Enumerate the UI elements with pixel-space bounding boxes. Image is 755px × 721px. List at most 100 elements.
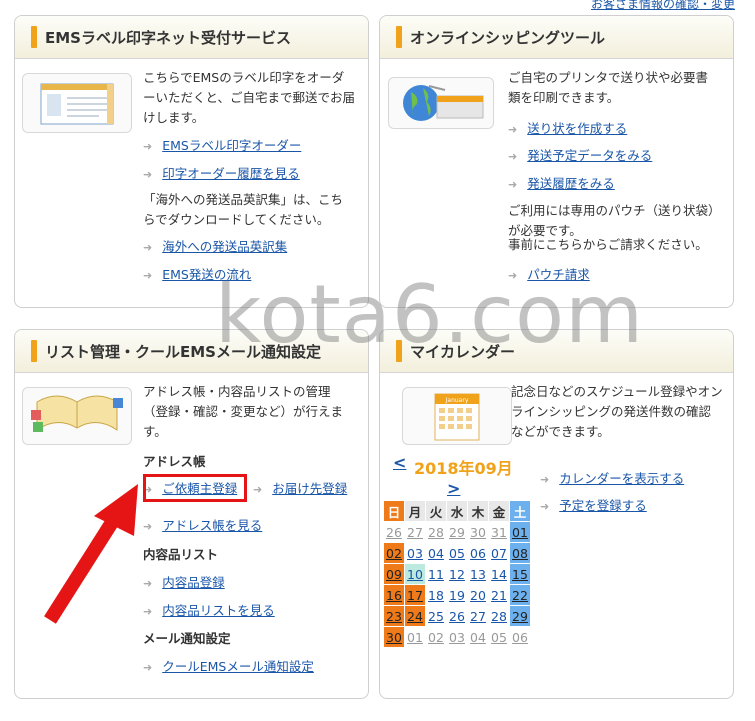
show-calendar-link-item[interactable]: ➜ カレンダーを表示する <box>540 468 684 487</box>
create-waybill-link-item[interactable]: ➜ 送り状を作成する <box>508 118 627 137</box>
calendar-day[interactable]: 21 <box>488 584 510 606</box>
ems-order-link-item[interactable]: ➜ EMSラベル印字オーダー <box>143 135 301 154</box>
accent-bar <box>396 26 402 48</box>
calendar-week-row: 30 01 02 03 04 05 06 <box>383 626 531 648</box>
calendar-day[interactable]: 16 <box>383 584 405 606</box>
calendar-day[interactable]: 27 <box>404 521 426 543</box>
calendar-day-holiday[interactable]: 17 <box>404 584 426 606</box>
month-label: 2018年09月 <box>414 459 513 478</box>
prev-month-link[interactable]: < <box>393 453 406 472</box>
calendar-day[interactable]: 28 <box>425 521 447 543</box>
calendar-day[interactable]: 04 <box>467 626 489 648</box>
red-arrow-annotation <box>44 484 138 624</box>
calendar-day[interactable]: 27 <box>467 605 489 627</box>
calendar-day[interactable]: 01 <box>509 521 531 543</box>
arrow-right-icon: ➜ <box>143 140 153 153</box>
ems-label-thumbnail <box>22 73 132 133</box>
next-month-link[interactable]: > <box>447 479 460 498</box>
ems-panel-title: EMSラベル印字ネット受付サービス <box>45 28 291 47</box>
calendar-day[interactable]: 30 <box>383 626 405 648</box>
calendar-day[interactable]: 02 <box>383 542 405 564</box>
calendar-day[interactable]: 11 <box>425 563 447 585</box>
ems-history-link-item[interactable]: ➜ 印字オーダー履歴を見る <box>143 163 300 182</box>
calendar-day[interactable]: 18 <box>425 584 447 606</box>
calendar-day[interactable]: 09 <box>383 563 405 585</box>
list-description: アドレス帳・内容品リストの管理（登録・確認・変更など）が行えます。 <box>143 384 344 439</box>
calendar-day[interactable]: 02 <box>425 626 447 648</box>
view-address-book-link-item[interactable]: ➜ アドレス帳を見る <box>143 515 262 534</box>
calendar-day[interactable]: 05 <box>488 626 510 648</box>
calendar-week-row: 26 27 28 29 30 31 01 <box>383 521 531 543</box>
calendar-day[interactable]: 03 <box>446 626 468 648</box>
calendar-day[interactable]: 15 <box>509 563 531 585</box>
calendar-day[interactable]: 29 <box>509 605 531 627</box>
calendar-day[interactable]: 03 <box>404 542 426 564</box>
address-book-thumbnail <box>22 387 132 445</box>
calendar-panel-header: マイカレンダー <box>380 330 733 373</box>
calendar-day[interactable]: 30 <box>467 521 489 543</box>
calendar-day-today[interactable]: 10 <box>404 563 426 585</box>
accent-bar <box>396 340 402 362</box>
contents-register-link-item[interactable]: ➜ 内容品登録 <box>143 572 225 591</box>
calendar-week-row: 02 03 04 05 06 07 08 <box>383 542 531 564</box>
accent-bar <box>31 26 37 48</box>
mail-notification-heading: メール通知設定 <box>143 631 231 646</box>
calendar-week-row: 16 17 18 19 20 21 22 <box>383 584 531 606</box>
customer-info-link[interactable]: お客さま情報の確認・変更 <box>591 0 735 12</box>
address-book-icon <box>31 395 123 432</box>
calendar-day[interactable]: 05 <box>446 542 468 564</box>
address-book-heading: アドレス帳 <box>143 454 206 469</box>
ems-translation-link-item[interactable]: ➜ 海外への発送品英訳集 <box>143 236 287 255</box>
calendar-day[interactable]: 14 <box>488 563 510 585</box>
calendar-day[interactable]: 08 <box>509 542 531 564</box>
calendar-week-row: 09 10 11 12 13 14 15 <box>383 563 531 585</box>
shipping-history-link-item[interactable]: ➜ 発送履歴をみる <box>508 173 615 192</box>
calendar-day[interactable]: 28 <box>488 605 510 627</box>
cool-ems-mail-link-item[interactable]: ➜ クールEMSメール通知設定 <box>143 656 314 675</box>
online-shipping-panel: オンラインシッピングツール ご自宅のプリンタで送り状や必要書類を印刷できます。 … <box>379 15 734 308</box>
pouch-request-link-item[interactable]: ➜ パウチ請求 <box>508 264 590 283</box>
calendar-day[interactable]: 26 <box>383 521 405 543</box>
shipping-panel-title: オンラインシッピングツール <box>410 28 606 47</box>
arrow-right-icon: ➜ <box>143 241 153 254</box>
calendar-day[interactable]: 25 <box>425 605 447 627</box>
ems-translation-description: 「海外への発送品英訳集」は、こちらでダウンロードしてください。 <box>143 192 344 227</box>
contents-list-heading: 内容品リスト <box>143 547 219 562</box>
calendar-day[interactable]: 19 <box>446 584 468 606</box>
svg-text:January: January <box>445 397 469 404</box>
calendar-day[interactable]: 20 <box>467 584 489 606</box>
arrow-right-icon: ➜ <box>508 123 518 136</box>
weekday-thu: 木 <box>467 500 489 522</box>
calendar-day[interactable]: 26 <box>446 605 468 627</box>
calendar-day[interactable]: 13 <box>467 563 489 585</box>
weekday-sat: 土 <box>509 500 531 522</box>
calendar-day[interactable]: 12 <box>446 563 468 585</box>
calendar-day[interactable]: 01 <box>404 626 426 648</box>
calendar-thumbnail: January <box>402 387 512 445</box>
shipping-description: ご自宅のプリンタで送り状や必要書類を印刷できます。 <box>508 70 709 105</box>
arrow-right-icon: ➜ <box>508 178 518 191</box>
calendar-day[interactable]: 04 <box>425 542 447 564</box>
view-contents-list-link-item[interactable]: ➜ 内容品リストを見る <box>143 600 275 619</box>
weekday-wed: 水 <box>446 500 468 522</box>
register-schedule-link-item[interactable]: ➜ 予定を登録する <box>540 495 647 514</box>
calendar-day[interactable]: 31 <box>488 521 510 543</box>
calendar-panel-title: マイカレンダー <box>410 342 516 361</box>
calendar-day[interactable]: 29 <box>446 521 468 543</box>
calendar-day[interactable]: 06 <box>467 542 489 564</box>
calendar-day[interactable]: 22 <box>509 584 531 606</box>
arrow-right-icon: ➜ <box>143 269 153 282</box>
calendar-day[interactable]: 23 <box>383 605 405 627</box>
ems-flow-link-item[interactable]: ➜ EMS発送の流れ <box>143 264 251 283</box>
recipient-register-link-item[interactable]: ➜ お届け先登録 <box>253 478 347 497</box>
calendar-day-holiday[interactable]: 24 <box>404 605 426 627</box>
calendar-week-row: 23 24 25 26 27 28 29 <box>383 605 531 627</box>
calendar-day[interactable]: 06 <box>509 626 531 648</box>
calendar-day[interactable]: 07 <box>488 542 510 564</box>
arrow-right-icon: ➜ <box>508 150 518 163</box>
arrow-right-icon: ➜ <box>540 500 550 513</box>
arrow-right-icon: ➜ <box>508 269 518 282</box>
ems-description: こちらでEMSのラベル印字をオーダーいただくと、ご自宅まで郵送でお届けします。 <box>143 70 356 125</box>
calendar-icon: January <box>434 393 480 441</box>
scheduled-data-link-item[interactable]: ➜ 発送予定データをみる <box>508 145 652 164</box>
